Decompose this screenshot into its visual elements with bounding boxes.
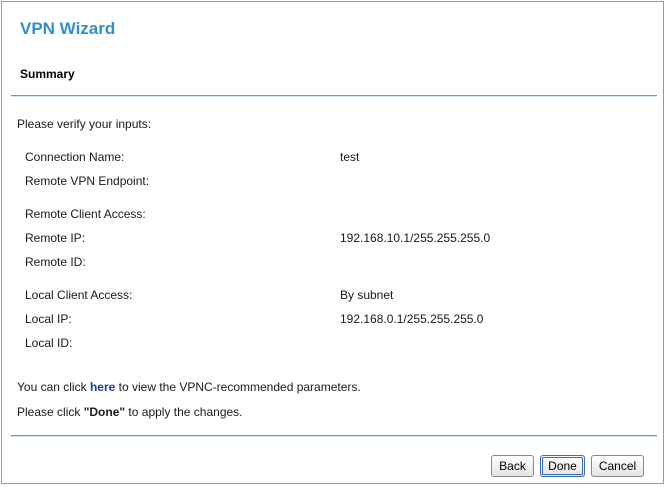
vpnc-text-suffix: to view the VPNC-recommended parameters.: [115, 380, 361, 394]
vpnc-text-prefix: You can click: [17, 380, 90, 394]
connection-name-label: Connection Name:: [25, 150, 125, 164]
apply-text-suffix: to apply the changes.: [125, 405, 243, 419]
vpnc-parameters-text: You can click here to view the VPNC-reco…: [17, 380, 361, 394]
apply-text-prefix: Please click: [17, 405, 84, 419]
remote-ip-value: 192.168.10.1/255.255.255.0: [340, 231, 491, 245]
local-client-access-label: Local Client Access:: [25, 288, 133, 302]
apply-instruction-text: Please click "Done" to apply the changes…: [17, 405, 243, 419]
vpnc-here-link[interactable]: here: [90, 380, 115, 394]
done-button[interactable]: Done: [540, 455, 585, 477]
local-id-label: Local ID:: [25, 336, 73, 350]
local-ip-label: Local IP:: [25, 312, 72, 326]
local-ip-value: 192.168.0.1/255.255.255.0: [340, 312, 484, 326]
intro-text: Please verify your inputs:: [17, 117, 152, 131]
connection-name-value: test: [340, 150, 360, 164]
section-title: Summary: [20, 67, 75, 81]
remote-id-label: Remote ID:: [25, 255, 86, 269]
remote-vpn-endpoint-label: Remote VPN Endpoint:: [25, 174, 150, 188]
vpn-wizard-panel: VPN Wizard Summary Please verify your in…: [1, 1, 664, 484]
top-divider: [11, 95, 657, 97]
page-title: VPN Wizard: [20, 19, 116, 38]
local-client-access-value: By subnet: [340, 288, 394, 302]
remote-ip-label: Remote IP:: [25, 231, 86, 245]
remote-client-access-label: Remote Client Access:: [25, 207, 146, 221]
apply-done-emphasis: "Done": [83, 405, 126, 419]
cancel-button[interactable]: Cancel: [591, 455, 644, 477]
bottom-divider: [11, 435, 657, 437]
back-button[interactable]: Back: [491, 455, 534, 477]
